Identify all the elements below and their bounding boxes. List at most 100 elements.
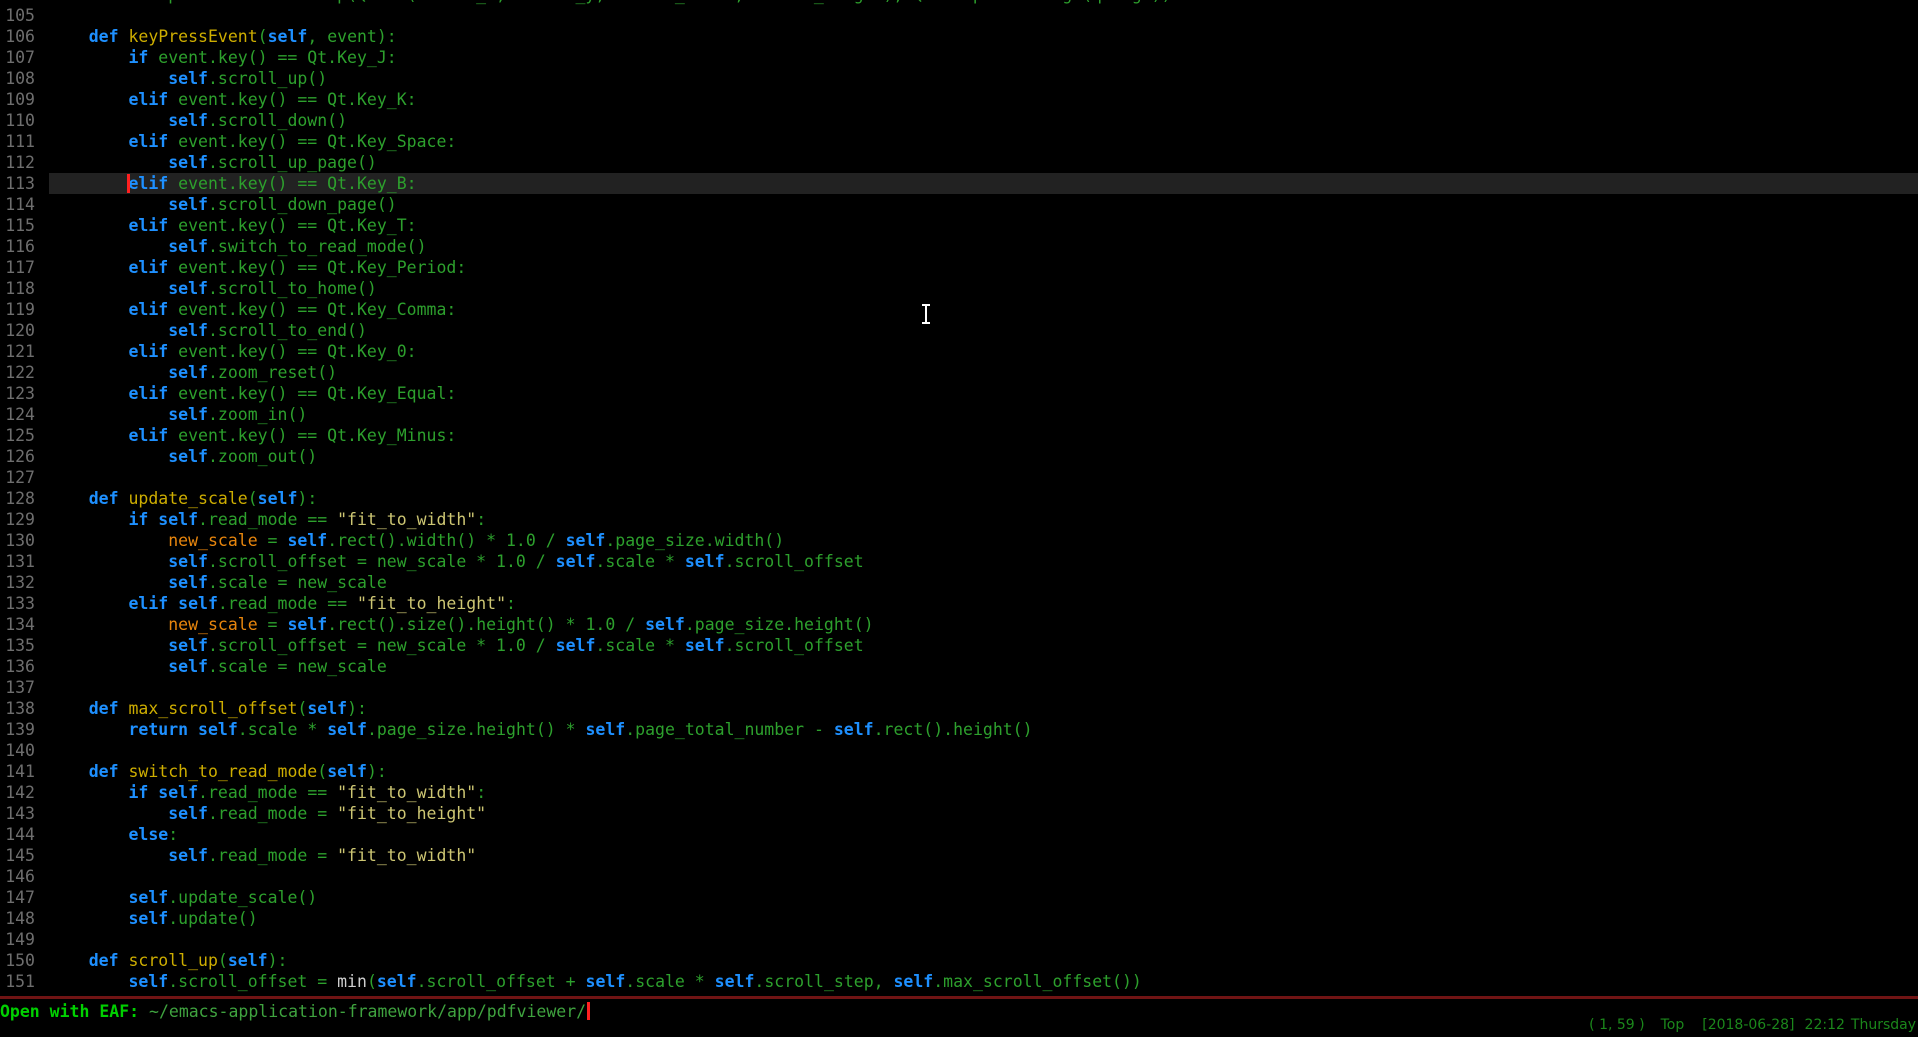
- line-text[interactable]: if self.read_mode == "fit_to_width":: [49, 509, 486, 530]
- line-text[interactable]: self.switch_to_read_mode(): [49, 236, 427, 257]
- line-text[interactable]: self.update_scale(): [49, 887, 317, 908]
- code-line-128[interactable]: 128 def update_scale(self):: [0, 488, 1918, 509]
- line-text[interactable]: elif event.key() == Qt.Key_Comma:: [49, 299, 456, 320]
- line-text[interactable]: self.scroll_to_home(): [49, 278, 377, 299]
- code-line-109[interactable]: 109 elif event.key() == Qt.Key_K:: [0, 89, 1918, 110]
- line-text[interactable]: elif event.key() == Qt.Key_Equal:: [49, 383, 456, 404]
- line-text[interactable]: self.read_mode = "fit_to_width": [49, 845, 476, 866]
- line-text[interactable]: self.zoom_reset(): [49, 362, 337, 383]
- code-line-107[interactable]: 107 if event.key() == Qt.Key_J:: [0, 47, 1918, 68]
- line-text[interactable]: elif event.key() == Qt.Key_T:: [49, 215, 417, 236]
- line-number: 133: [0, 593, 35, 614]
- line-text[interactable]: elif event.key() == Qt.Key_Minus:: [49, 425, 456, 446]
- minibuffer-input[interactable]: ~/emacs-application-framework/app/pdfvie…: [149, 1002, 586, 1021]
- code-line-106[interactable]: 106 def keyPressEvent(self, event):: [0, 26, 1918, 47]
- code-line-148[interactable]: 148 self.update(): [0, 908, 1918, 929]
- line-text[interactable]: self.scale = new_scale: [49, 656, 387, 677]
- line-text[interactable]: self.scale = new_scale: [49, 572, 387, 593]
- line-text[interactable]: self.scroll_up_page(): [49, 152, 377, 173]
- code-line-124[interactable]: 124 self.zoom_in(): [0, 404, 1918, 425]
- code-line-126[interactable]: 126 self.zoom_out(): [0, 446, 1918, 467]
- line-number: 122: [0, 362, 35, 383]
- line-text[interactable]: elif event.key() == Qt.Key_K:: [49, 89, 417, 110]
- code-line-143[interactable]: 143 self.read_mode = "fit_to_height": [0, 803, 1918, 824]
- line-text[interactable]: new_scale = self.rect().width() * 1.0 / …: [49, 530, 784, 551]
- code-line-139[interactable]: 139 return self.scale * self.page_size.h…: [0, 719, 1918, 740]
- line-text[interactable]: def max_scroll_offset(self):: [49, 698, 367, 719]
- code-window[interactable]: 104 painter.drawPixmap(QRect(render_x, r…: [0, 0, 1918, 996]
- code-line-122[interactable]: 122 self.zoom_reset(): [0, 362, 1918, 383]
- line-text[interactable]: return self.scale * self.page_size.heigh…: [49, 719, 1033, 740]
- code-line-129[interactable]: 129 if self.read_mode == "fit_to_width":: [0, 509, 1918, 530]
- line-text[interactable]: self.scroll_to_end(): [49, 320, 367, 341]
- code-line-113[interactable]: 113 elif event.key() == Qt.Key_B:: [0, 173, 1918, 194]
- code-line-131[interactable]: 131 self.scroll_offset = new_scale * 1.0…: [0, 551, 1918, 572]
- code-line-125[interactable]: 125 elif event.key() == Qt.Key_Minus:: [0, 425, 1918, 446]
- code-line-145[interactable]: 145 self.read_mode = "fit_to_width": [0, 845, 1918, 866]
- code-area[interactable]: 104 painter.drawPixmap(QRect(render_x, r…: [0, 0, 1918, 992]
- code-line-138[interactable]: 138 def max_scroll_offset(self):: [0, 698, 1918, 719]
- line-text[interactable]: def keyPressEvent(self, event):: [49, 26, 397, 47]
- code-line-120[interactable]: 120 self.scroll_to_end(): [0, 320, 1918, 341]
- line-text[interactable]: self.scroll_down(): [49, 110, 347, 131]
- minibuffer[interactable]: Open with EAF: ~/emacs-application-frame…: [0, 1002, 590, 1022]
- code-line-117[interactable]: 117 elif event.key() == Qt.Key_Period:: [0, 257, 1918, 278]
- code-line-114[interactable]: 114 self.scroll_down_page(): [0, 194, 1918, 215]
- code-line-108[interactable]: 108 self.scroll_up(): [0, 68, 1918, 89]
- line-text[interactable]: self.scroll_offset = new_scale * 1.0 / s…: [49, 551, 864, 572]
- code-line-118[interactable]: 118 self.scroll_to_home(): [0, 278, 1918, 299]
- line-number: 107: [0, 47, 35, 68]
- code-line-136[interactable]: 136 self.scale = new_scale: [0, 656, 1918, 677]
- code-line-146[interactable]: 146: [0, 866, 1918, 887]
- code-line-112[interactable]: 112 self.scroll_up_page(): [0, 152, 1918, 173]
- line-text[interactable]: else:: [49, 824, 178, 845]
- line-text[interactable]: elif event.key() == Qt.Key_0:: [49, 341, 417, 362]
- line-text[interactable]: self.scroll_offset = min(self.scroll_off…: [49, 971, 1142, 992]
- line-text[interactable]: self.zoom_in(): [49, 404, 307, 425]
- line-text[interactable]: self.scroll_down_page(): [49, 194, 397, 215]
- line-text[interactable]: new_scale = self.rect().size().height() …: [49, 614, 874, 635]
- code-line-127[interactable]: 127: [0, 467, 1918, 488]
- line-text[interactable]: painter.drawPixmap(QRect(render_x, rende…: [49, 0, 1172, 5]
- code-line-141[interactable]: 141 def switch_to_read_mode(self):: [0, 761, 1918, 782]
- code-line-121[interactable]: 121 elif event.key() == Qt.Key_0:: [0, 341, 1918, 362]
- code-line-134[interactable]: 134 new_scale = self.rect().size().heigh…: [0, 614, 1918, 635]
- line-text[interactable]: def switch_to_read_mode(self):: [49, 761, 387, 782]
- code-line-132[interactable]: 132 self.scale = new_scale: [0, 572, 1918, 593]
- code-line-133[interactable]: 133 elif self.read_mode == "fit_to_heigh…: [0, 593, 1918, 614]
- line-text[interactable]: self.scroll_offset = new_scale * 1.0 / s…: [49, 635, 864, 656]
- code-line-149[interactable]: 149: [0, 929, 1918, 950]
- code-line-119[interactable]: 119 elif event.key() == Qt.Key_Comma:: [0, 299, 1918, 320]
- code-line-110[interactable]: 110 self.scroll_down(): [0, 110, 1918, 131]
- code-line-150[interactable]: 150 def scroll_up(self):: [0, 950, 1918, 971]
- code-line-140[interactable]: 140: [0, 740, 1918, 761]
- code-line-105[interactable]: 105: [0, 5, 1918, 26]
- line-text[interactable]: elif event.key() == Qt.Key_Space:: [49, 131, 456, 152]
- code-line-144[interactable]: 144 else:: [0, 824, 1918, 845]
- line-text[interactable]: elif event.key() == Qt.Key_Period:: [49, 257, 466, 278]
- code-line-115[interactable]: 115 elif event.key() == Qt.Key_T:: [0, 215, 1918, 236]
- line-text[interactable]: self.read_mode = "fit_to_height": [49, 803, 486, 824]
- code-line-151[interactable]: 151 self.scroll_offset = min(self.scroll…: [0, 971, 1918, 992]
- line-text[interactable]: def update_scale(self):: [49, 488, 317, 509]
- code-line-130[interactable]: 130 new_scale = self.rect().width() * 1.…: [0, 530, 1918, 551]
- line-text[interactable]: self.zoom_out(): [49, 446, 317, 467]
- code-line-142[interactable]: 142 if self.read_mode == "fit_to_width":: [0, 782, 1918, 803]
- line-text[interactable]: self.scroll_up(): [49, 68, 327, 89]
- code-line-123[interactable]: 123 elif event.key() == Qt.Key_Equal:: [0, 383, 1918, 404]
- code-line-137[interactable]: 137: [0, 677, 1918, 698]
- line-text[interactable]: if self.read_mode == "fit_to_width":: [49, 782, 486, 803]
- line-number: 147: [0, 887, 35, 908]
- line-number: 113: [0, 173, 35, 194]
- line-text[interactable]: def scroll_up(self):: [49, 950, 287, 971]
- line-text[interactable]: elif event.key() == Qt.Key_B:: [49, 173, 417, 194]
- line-text[interactable]: elif self.read_mode == "fit_to_height":: [49, 593, 516, 614]
- line-number: 116: [0, 236, 35, 257]
- code-line-111[interactable]: 111 elif event.key() == Qt.Key_Space:: [0, 131, 1918, 152]
- line-text[interactable]: self.update(): [49, 908, 258, 929]
- code-line-116[interactable]: 116 self.switch_to_read_mode(): [0, 236, 1918, 257]
- line-text[interactable]: if event.key() == Qt.Key_J:: [49, 47, 397, 68]
- code-line-147[interactable]: 147 self.update_scale(): [0, 887, 1918, 908]
- line-number: 134: [0, 614, 35, 635]
- code-line-135[interactable]: 135 self.scroll_offset = new_scale * 1.0…: [0, 635, 1918, 656]
